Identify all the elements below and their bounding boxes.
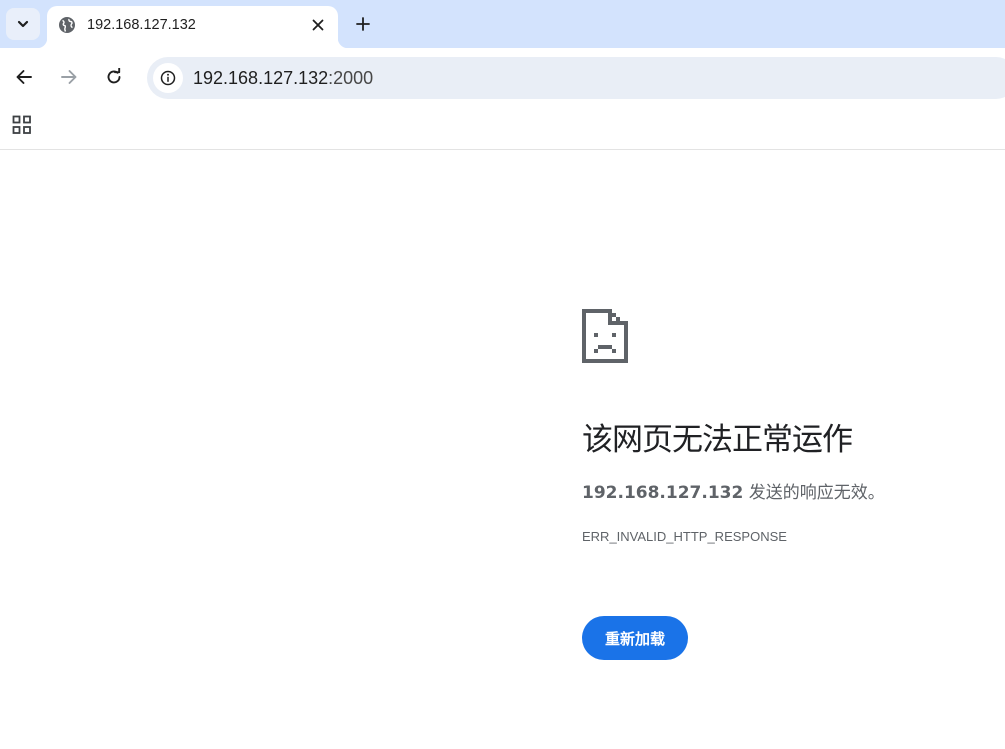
error-description: 192.168.127.132 发送的响应无效。: [582, 481, 885, 505]
reload-toolbar-button[interactable]: [101, 64, 127, 90]
chevron-down-icon: [17, 20, 29, 28]
arrow-right-icon: [61, 70, 77, 84]
address-bar[interactable]: 192.168.127.132:2000: [147, 57, 1005, 99]
back-button[interactable]: [11, 64, 37, 90]
toolbar: 192.168.127.132:2000: [0, 48, 1005, 106]
globe-icon: [59, 17, 75, 33]
site-info-button[interactable]: [153, 63, 183, 93]
tab-close-button[interactable]: [308, 15, 328, 35]
bookmarks-bar: [0, 106, 1005, 150]
url-text: 192.168.127.132:2000: [193, 67, 373, 89]
error-code: ERR_INVALID_HTTP_RESPONSE: [582, 529, 787, 544]
error-description-text: 发送的响应无效。: [743, 483, 885, 503]
url-host: 192.168.127.132: [193, 68, 329, 88]
url-port: :2000: [328, 68, 374, 88]
error-page: 该网页无法正常运作 192.168.127.132 发送的响应无效。 ERR_I…: [0, 150, 1005, 749]
close-icon: [312, 19, 324, 31]
arrow-left-icon: [16, 70, 32, 84]
plus-icon: [356, 17, 370, 31]
active-tab[interactable]: 192.168.127.132: [37, 6, 348, 48]
reload-button[interactable]: 重新加载: [582, 616, 688, 660]
forward-button[interactable]: [56, 64, 82, 90]
apps-grid-icon[interactable]: [11, 114, 33, 136]
sad-document-icon: [582, 309, 628, 363]
new-tab-button[interactable]: [351, 12, 375, 36]
tab-title: 192.168.127.132: [87, 17, 196, 33]
error-heading: 该网页无法正常运作: [582, 422, 853, 458]
reload-icon: [107, 68, 121, 84]
tab-search-button[interactable]: [6, 8, 40, 40]
tab-strip: 192.168.127.132: [0, 0, 1005, 48]
info-icon: [160, 70, 176, 86]
error-host: 192.168.127.132: [582, 483, 744, 503]
